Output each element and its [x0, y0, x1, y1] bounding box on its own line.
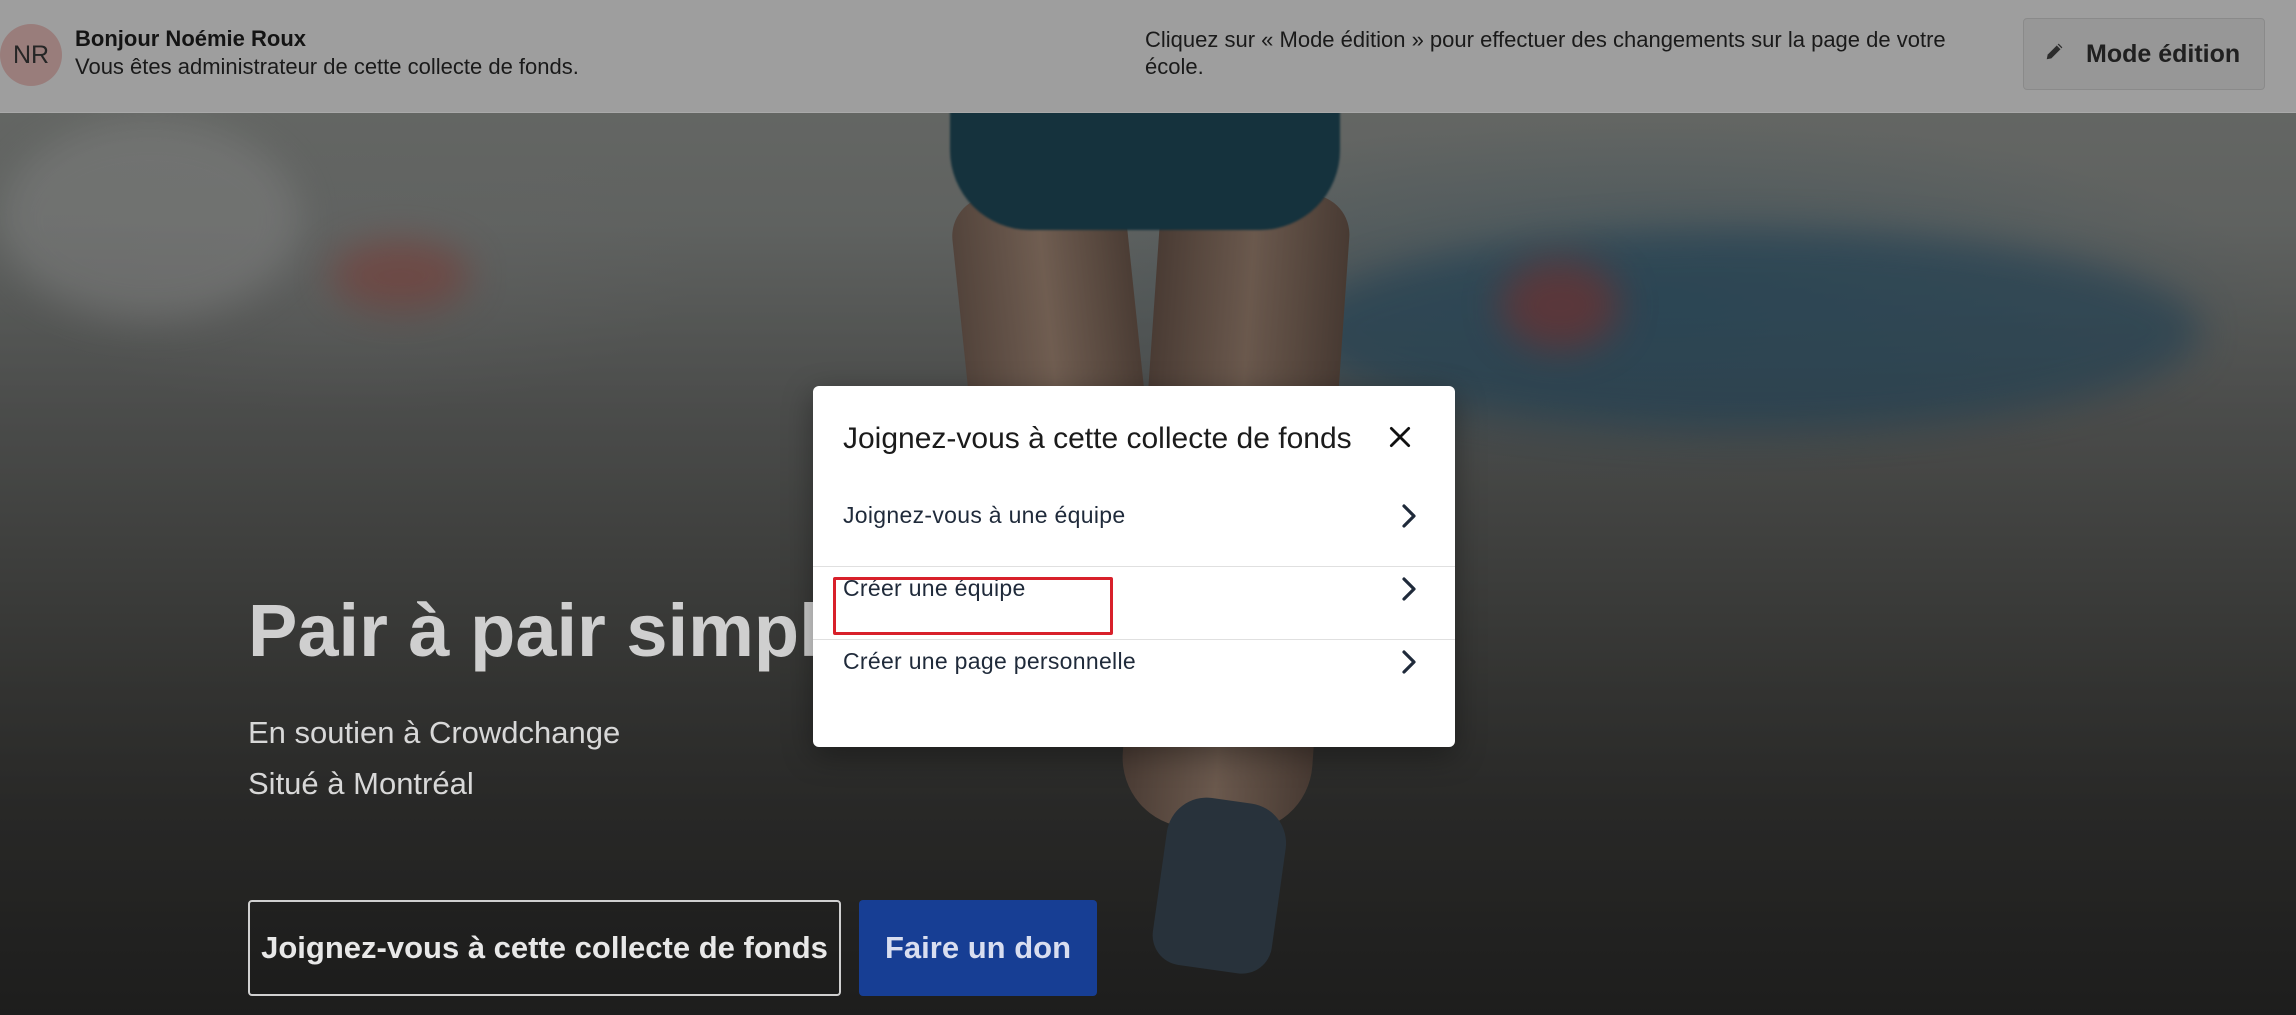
join-fundraiser-modal: Joignez-vous à cette collecte de fonds J… — [813, 386, 1455, 747]
greeting-text: Bonjour Noémie Roux — [75, 26, 307, 51]
edit-mode-hint: Cliquez sur « Mode édition » pour effect… — [1145, 27, 1946, 79]
option-label: Joignez-vous à une équipe — [843, 502, 1126, 528]
hero-title: Pair à pair simplifi — [248, 589, 886, 672]
pencil-icon — [2044, 40, 2066, 69]
hero-subtitle-support: En soutien à Crowdchange — [248, 715, 621, 750]
avatar: NR — [0, 24, 62, 86]
close-icon[interactable] — [1383, 420, 1417, 454]
edit-mode-label: Mode édition — [2086, 39, 2241, 68]
option-label: Créer une équipe — [843, 575, 1026, 601]
option-label: Créer une page personnelle — [843, 648, 1136, 674]
hero-subtitle-location: Situé à Montréal — [248, 766, 474, 801]
option-join-team[interactable]: Joignez-vous à une équipe — [813, 479, 1455, 552]
chevron-right-icon — [1402, 650, 1416, 674]
admin-bar: NR Bonjour Noémie Roux Vous êtes adminis… — [0, 0, 2296, 113]
chevron-right-icon — [1402, 504, 1416, 528]
edit-mode-button[interactable]: Mode édition — [2023, 18, 2265, 90]
chevron-right-icon — [1402, 577, 1416, 601]
option-create-personal-page[interactable]: Créer une page personnelle — [813, 625, 1455, 698]
join-fundraiser-button[interactable]: Joignez-vous à cette collecte de fonds — [248, 900, 841, 996]
modal-title: Joignez-vous à cette collecte de fonds — [843, 422, 1352, 455]
donate-button[interactable]: Faire un don — [859, 900, 1097, 996]
option-create-team[interactable]: Créer une équipe — [813, 552, 1455, 625]
admin-note: Vous êtes administrateur de cette collec… — [75, 54, 579, 79]
